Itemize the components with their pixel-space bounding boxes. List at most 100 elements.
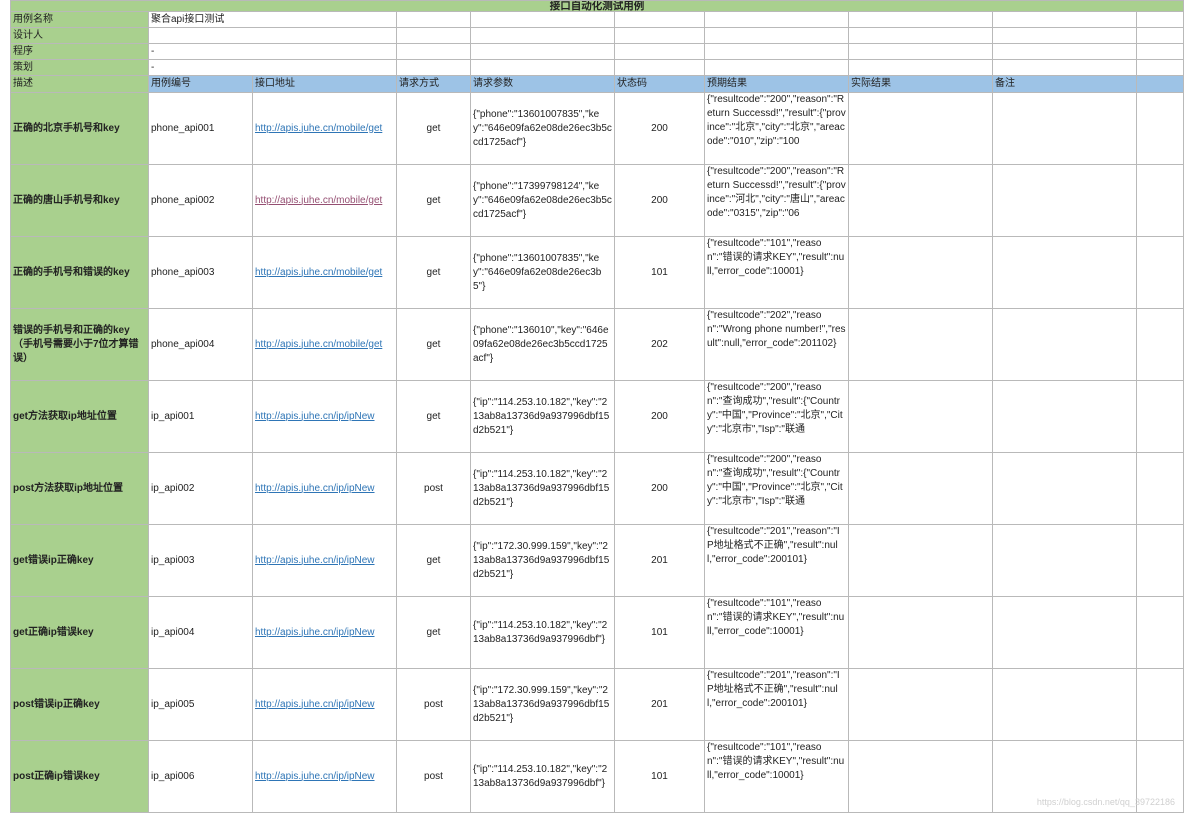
header-params[interactable]: 请求参数 — [470, 75, 615, 93]
case-method[interactable]: get — [396, 236, 471, 309]
case-expected[interactable]: {"resultcode":"200","reason":"Return Suc… — [704, 92, 849, 165]
case-method[interactable]: get — [396, 164, 471, 237]
case-method[interactable]: get — [396, 596, 471, 669]
case-status[interactable]: 101 — [614, 596, 705, 669]
cell[interactable] — [1135, 308, 1185, 381]
case-url-cell[interactable]: http://apis.juhe.cn/ip/ipNew — [252, 380, 397, 453]
case-description[interactable]: post错误ip正确key — [10, 668, 149, 741]
cell[interactable] — [614, 11, 705, 28]
case-remarks[interactable] — [992, 236, 1137, 309]
meta-label[interactable]: 策划 — [10, 59, 149, 76]
case-expected[interactable]: {"resultcode":"201","reason":"IP地址格式不正确"… — [704, 524, 849, 597]
case-status[interactable]: 101 — [614, 236, 705, 309]
cell[interactable] — [848, 27, 993, 44]
case-url-cell[interactable]: http://apis.juhe.cn/mobile/get — [252, 164, 397, 237]
case-params[interactable]: {"ip":"114.253.10.182","key":"213ab8a137… — [470, 596, 615, 669]
cell[interactable] — [992, 27, 1137, 44]
cell[interactable] — [614, 59, 705, 76]
cell[interactable] — [470, 27, 615, 44]
case-description[interactable]: 正确的北京手机号和key — [10, 92, 149, 165]
cell[interactable] — [396, 11, 471, 28]
cell[interactable] — [470, 43, 615, 60]
cell[interactable] — [1135, 452, 1185, 525]
case-description[interactable]: post正确ip错误key — [10, 740, 149, 813]
meta-label[interactable]: 设计人 — [10, 27, 149, 44]
case-status[interactable]: 101 — [614, 740, 705, 813]
meta-label[interactable]: 程序 — [10, 43, 149, 60]
case-method[interactable]: get — [396, 524, 471, 597]
case-description[interactable]: get方法获取ip地址位置 — [10, 380, 149, 453]
cell[interactable] — [1135, 236, 1185, 309]
case-params[interactable]: {"ip":"172.30.999.159","key":"213ab8a137… — [470, 524, 615, 597]
case-method[interactable]: get — [396, 308, 471, 381]
cell[interactable] — [992, 11, 1137, 28]
header-case-id[interactable]: 用例编号 — [148, 75, 253, 93]
case-id[interactable]: ip_api005 — [148, 668, 253, 741]
cell[interactable] — [614, 27, 705, 44]
cell[interactable] — [1135, 164, 1185, 237]
meta-value[interactable]: - — [148, 59, 397, 76]
header-actual[interactable]: 实际结果 — [848, 75, 993, 93]
case-remarks[interactable] — [992, 164, 1137, 237]
header-method[interactable]: 请求方式 — [396, 75, 471, 93]
case-expected[interactable]: {"resultcode":"200","reason":"查询成功","res… — [704, 380, 849, 453]
cell[interactable] — [1135, 596, 1185, 669]
case-expected[interactable]: {"resultcode":"202","reason":"Wrong phon… — [704, 308, 849, 381]
case-params[interactable]: {"ip":"114.253.10.182","key":"213ab8a137… — [470, 380, 615, 453]
case-id[interactable]: phone_api004 — [148, 308, 253, 381]
case-params[interactable]: {"phone":"17399798124","key":"646e09fa62… — [470, 164, 615, 237]
case-url-link[interactable]: http://apis.juhe.cn/ip/ipNew — [255, 483, 375, 494]
cell[interactable] — [470, 11, 615, 28]
case-status[interactable]: 200 — [614, 92, 705, 165]
case-url-link[interactable]: http://apis.juhe.cn/mobile/get — [255, 339, 382, 350]
case-status[interactable]: 200 — [614, 380, 705, 453]
case-url-cell[interactable]: http://apis.juhe.cn/ip/ipNew — [252, 524, 397, 597]
case-expected[interactable]: {"resultcode":"200","reason":"查询成功","res… — [704, 452, 849, 525]
case-actual[interactable] — [848, 668, 993, 741]
cell[interactable] — [1135, 43, 1185, 60]
case-url-cell[interactable]: http://apis.juhe.cn/ip/ipNew — [252, 740, 397, 813]
case-status[interactable]: 201 — [614, 524, 705, 597]
case-expected[interactable]: {"resultcode":"101","reason":"错误的请求KEY",… — [704, 236, 849, 309]
cell[interactable] — [396, 27, 471, 44]
case-actual[interactable] — [848, 92, 993, 165]
case-params[interactable]: {"ip":"114.253.10.182","key":"213ab8a137… — [470, 740, 615, 813]
case-status[interactable]: 200 — [614, 164, 705, 237]
cell[interactable] — [1135, 59, 1185, 76]
meta-value[interactable] — [148, 27, 397, 44]
cell[interactable] — [704, 59, 849, 76]
case-method[interactable]: get — [396, 92, 471, 165]
cell[interactable] — [1135, 11, 1185, 28]
case-url-link[interactable]: http://apis.juhe.cn/ip/ipNew — [255, 699, 375, 710]
cell[interactable] — [704, 43, 849, 60]
case-url-link[interactable]: http://apis.juhe.cn/mobile/get — [255, 195, 382, 206]
case-url-link[interactable]: http://apis.juhe.cn/ip/ipNew — [255, 771, 375, 782]
case-remarks[interactable] — [992, 596, 1137, 669]
case-actual[interactable] — [848, 164, 993, 237]
case-id[interactable]: phone_api003 — [148, 236, 253, 309]
case-id[interactable]: ip_api004 — [148, 596, 253, 669]
case-params[interactable]: {"phone":"13601007835","key":"646e09fa62… — [470, 92, 615, 165]
case-actual[interactable] — [848, 236, 993, 309]
case-status[interactable]: 201 — [614, 668, 705, 741]
case-remarks[interactable] — [992, 524, 1137, 597]
case-description[interactable]: get正确ip错误key — [10, 596, 149, 669]
case-params[interactable]: {"ip":"172.30.999.159","key":"213ab8a137… — [470, 668, 615, 741]
case-remarks[interactable] — [992, 308, 1137, 381]
case-id[interactable]: ip_api002 — [148, 452, 253, 525]
header-url[interactable]: 接口地址 — [252, 75, 397, 93]
case-status[interactable]: 202 — [614, 308, 705, 381]
header-status[interactable]: 状态码 — [614, 75, 705, 93]
case-remarks[interactable] — [992, 452, 1137, 525]
case-remarks[interactable] — [992, 380, 1137, 453]
header-extra[interactable] — [1135, 75, 1185, 93]
cell[interactable] — [1135, 668, 1185, 741]
case-url-link[interactable]: http://apis.juhe.cn/mobile/get — [255, 267, 382, 278]
case-actual[interactable] — [848, 524, 993, 597]
header-description[interactable]: 描述 — [10, 75, 149, 93]
case-expected[interactable]: {"resultcode":"101","reason":"错误的请求KEY",… — [704, 596, 849, 669]
case-expected[interactable]: {"resultcode":"201","reason":"IP地址格式不正确"… — [704, 668, 849, 741]
case-params[interactable]: {"phone":"13601007835","key":"646e09fa62… — [470, 236, 615, 309]
case-url-link[interactable]: http://apis.juhe.cn/ip/ipNew — [255, 555, 375, 566]
case-remarks[interactable] — [992, 92, 1137, 165]
